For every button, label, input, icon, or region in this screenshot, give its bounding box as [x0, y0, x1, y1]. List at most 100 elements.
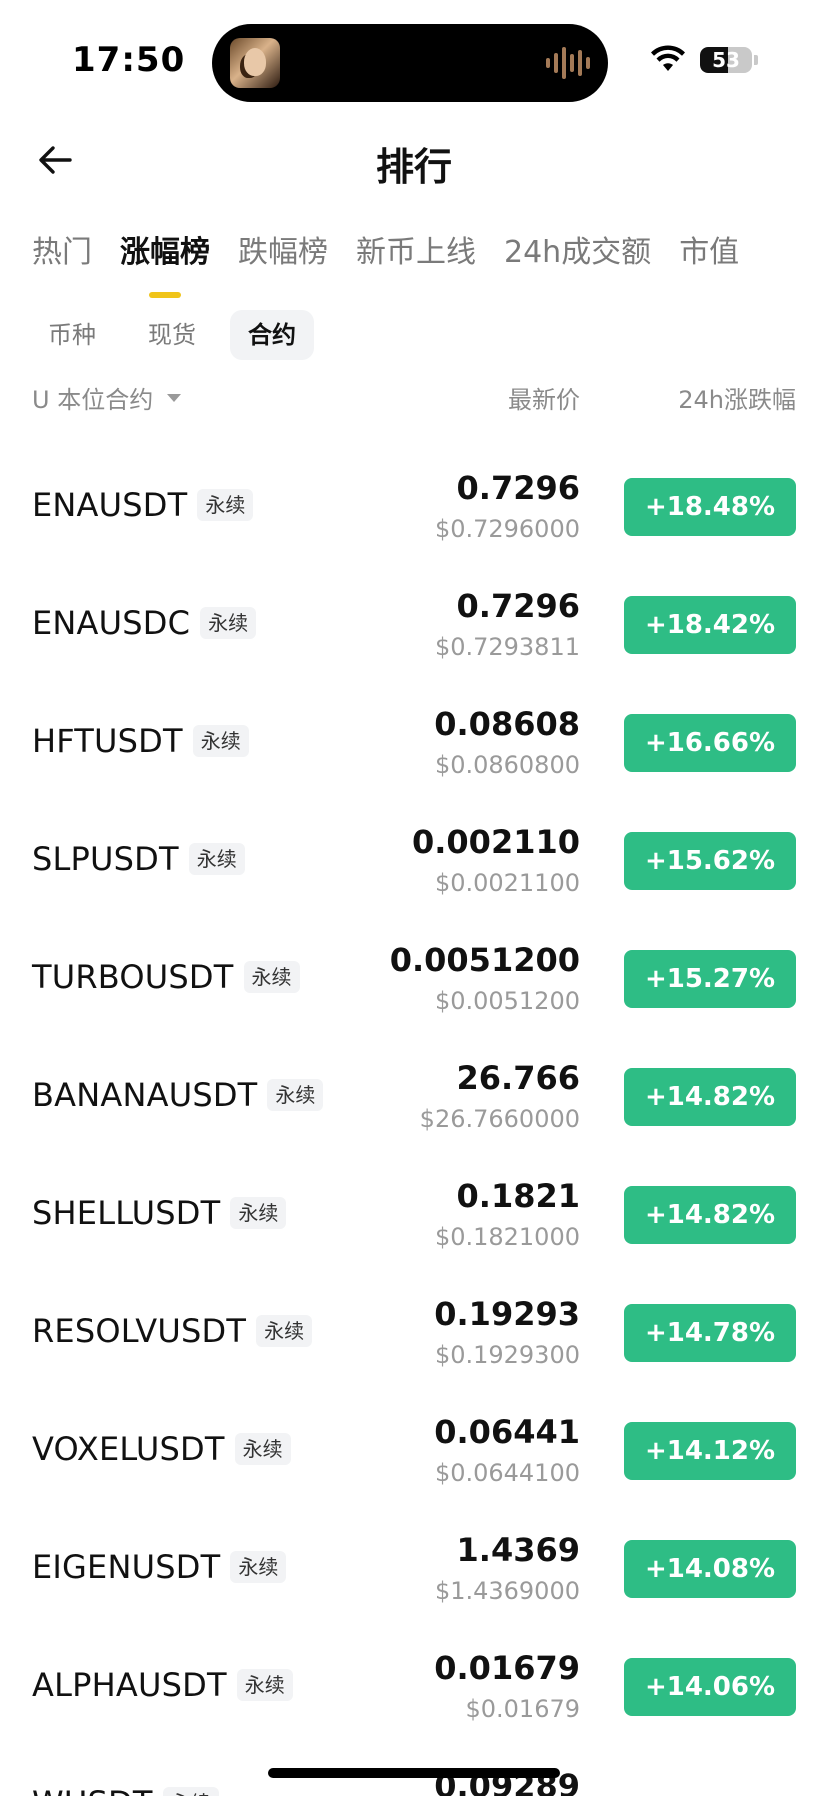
usd-price: $0.1821000	[434, 1223, 580, 1251]
audio-wave-icon	[546, 46, 590, 80]
usd-price: $0.1929300	[434, 1341, 580, 1369]
symbol-name: HFTUSDT	[32, 722, 183, 760]
symbol-name: ENAUSDC	[32, 604, 191, 642]
contract-type-dropdown[interactable]: U 本位合约	[32, 380, 182, 415]
usd-price: $0.7296000	[434, 515, 580, 543]
perpetual-badge: 永续	[230, 1197, 287, 1229]
home-indicator[interactable]	[268, 1768, 560, 1778]
usd-price: $1.4369000	[434, 1577, 580, 1605]
tab-market-cap[interactable]: 市值	[679, 228, 739, 278]
last-price: 0.002110	[411, 823, 580, 861]
usd-price: $0.0644100	[434, 1459, 580, 1487]
battery-level: 53	[712, 48, 740, 72]
list-item[interactable]: ALPHAUSDT 永续 0.01679 $0.01679 +14.06%	[0, 1628, 828, 1746]
status-bar: 17:50 53	[0, 0, 828, 120]
perpetual-badge: 永续	[230, 1551, 287, 1583]
change-badge[interactable]: +14.06%	[624, 1658, 796, 1716]
change-badge[interactable]: +18.42%	[624, 596, 796, 654]
tab-label: 24h成交额	[504, 235, 652, 270]
symbol-name: WUSDT	[32, 1784, 153, 1796]
tab-24h-volume[interactable]: 24h成交额	[504, 228, 651, 278]
symbol-name: SLPUSDT	[32, 840, 179, 878]
status-time: 17:50	[72, 40, 186, 80]
change-badge[interactable]: +15.27%	[624, 950, 796, 1008]
last-price: 1.4369	[456, 1531, 580, 1569]
perpetual-badge: 永续	[197, 489, 254, 521]
perpetual-badge: 永续	[200, 607, 257, 639]
list-item[interactable]: SHELLUSDT 永续 0.1821 $0.1821000 +14.82%	[0, 1156, 828, 1274]
symbol-name: VOXELUSDT	[32, 1430, 225, 1468]
subtab-futures[interactable]: 合约	[230, 310, 314, 360]
wifi-icon	[651, 45, 685, 71]
tab-label: 新币上线	[356, 235, 476, 270]
change-badge[interactable]: +14.78%	[624, 1304, 796, 1362]
column-24h-change[interactable]: 24h涨跌幅	[678, 380, 796, 415]
list-item[interactable]: TURBOUSDT 永续 0.0051200 $0.0051200 +15.27%	[0, 920, 828, 1038]
caret-down-icon	[167, 393, 182, 402]
perpetual-badge: 永续	[192, 725, 249, 757]
usd-price: $0.7293811	[434, 633, 580, 661]
usd-price: $0.0051200	[434, 987, 580, 1015]
tab-gainers[interactable]: 涨幅榜	[120, 228, 210, 298]
symbol-name: ENAUSDT	[32, 486, 188, 524]
dynamic-island[interactable]	[212, 24, 608, 102]
list-item[interactable]: HFTUSDT 永续 0.08608 $0.0860800 +16.66%	[0, 684, 828, 802]
change-badge[interactable]: +14.82%	[624, 1068, 796, 1126]
perpetual-badge: 永续	[267, 1079, 324, 1111]
battery-icon: 53	[700, 47, 752, 73]
tab-label: 市值	[679, 235, 740, 270]
list-header: U 本位合约 最新价 24h涨跌幅	[0, 380, 828, 420]
perpetual-badge: 永续	[162, 1787, 219, 1796]
list-item[interactable]: EIGENUSDT 永续 1.4369 $1.4369000 +14.08%	[0, 1510, 828, 1628]
perpetual-badge: 永续	[234, 1433, 291, 1465]
tab-losers[interactable]: 跌幅榜	[238, 228, 328, 278]
list-item[interactable]: SLPUSDT 永续 0.002110 $0.0021100 +15.62%	[0, 802, 828, 920]
last-price: 0.01679	[434, 1649, 580, 1687]
subtab-spot[interactable]: 现货	[130, 310, 214, 360]
last-price: 0.19293	[434, 1295, 580, 1333]
last-price: 0.7296	[456, 469, 580, 507]
symbol-name: ALPHAUSDT	[32, 1666, 227, 1704]
change-badge[interactable]: +14.82%	[624, 1186, 796, 1244]
list-item[interactable]: RESOLVUSDT 永续 0.19293 $0.1929300 +14.78%	[0, 1274, 828, 1392]
subtab-coins[interactable]: 币种	[30, 310, 114, 360]
perpetual-badge: 永续	[236, 1669, 293, 1701]
page-title: 排行	[375, 145, 452, 189]
tab-label: 涨幅榜	[120, 235, 210, 270]
usd-price: $0.0860800	[434, 751, 580, 779]
perpetual-badge: 永续	[188, 843, 245, 875]
album-art	[230, 38, 280, 88]
symbol-name: RESOLVUSDT	[32, 1312, 247, 1350]
usd-price: $0.01679	[465, 1695, 580, 1723]
symbol-name: SHELLUSDT	[32, 1194, 221, 1232]
usd-price: $26.7660000	[419, 1105, 580, 1133]
symbol-name: TURBOUSDT	[32, 958, 234, 996]
change-badge[interactable]: +14.12%	[624, 1422, 796, 1480]
change-badge[interactable]: +16.66%	[624, 714, 796, 772]
ranking-list: ENAUSDT 永续 0.7296 $0.7296000 +18.48% ENAUS…	[0, 448, 828, 1796]
change-badge[interactable]: +18.48%	[624, 478, 796, 536]
symbol-name: BANANAUSDT	[32, 1076, 258, 1114]
contract-type-label: U 本位合约	[32, 386, 154, 414]
perpetual-badge: 永续	[256, 1315, 313, 1347]
tab-hot[interactable]: 热门	[32, 228, 92, 278]
list-item[interactable]: VOXELUSDT 永续 0.06441 $0.0644100 +14.12%	[0, 1392, 828, 1510]
change-badge[interactable]: +14.08%	[624, 1540, 796, 1598]
active-tab-indicator	[149, 292, 181, 298]
last-price: 0.0051200	[389, 941, 580, 979]
tab-label: 热门	[32, 235, 92, 270]
symbol-name: EIGENUSDT	[32, 1548, 221, 1586]
list-item[interactable]: ENAUSDT 永续 0.7296 $0.7296000 +18.48%	[0, 448, 828, 566]
tab-new-listings[interactable]: 新币上线	[356, 228, 476, 278]
last-price: 0.1821	[456, 1177, 580, 1215]
battery-tip	[754, 55, 758, 65]
last-price: 0.7296	[456, 587, 580, 625]
market-type-tabs: 币种 现货 合约	[30, 310, 314, 360]
column-last-price[interactable]: 最新价	[508, 380, 580, 415]
list-item[interactable]: BANANAUSDT 永续 26.766 $26.7660000 +14.82%	[0, 1038, 828, 1156]
list-item[interactable]: ENAUSDC 永续 0.7296 $0.7293811 +18.42%	[0, 566, 828, 684]
usd-price: $0.0021100	[434, 869, 580, 897]
change-badge[interactable]: +15.62%	[624, 832, 796, 890]
perpetual-badge: 永续	[243, 961, 300, 993]
ranking-tabs: 热门 涨幅榜 跌幅榜 新币上线 24h成交额 市值	[32, 228, 739, 298]
